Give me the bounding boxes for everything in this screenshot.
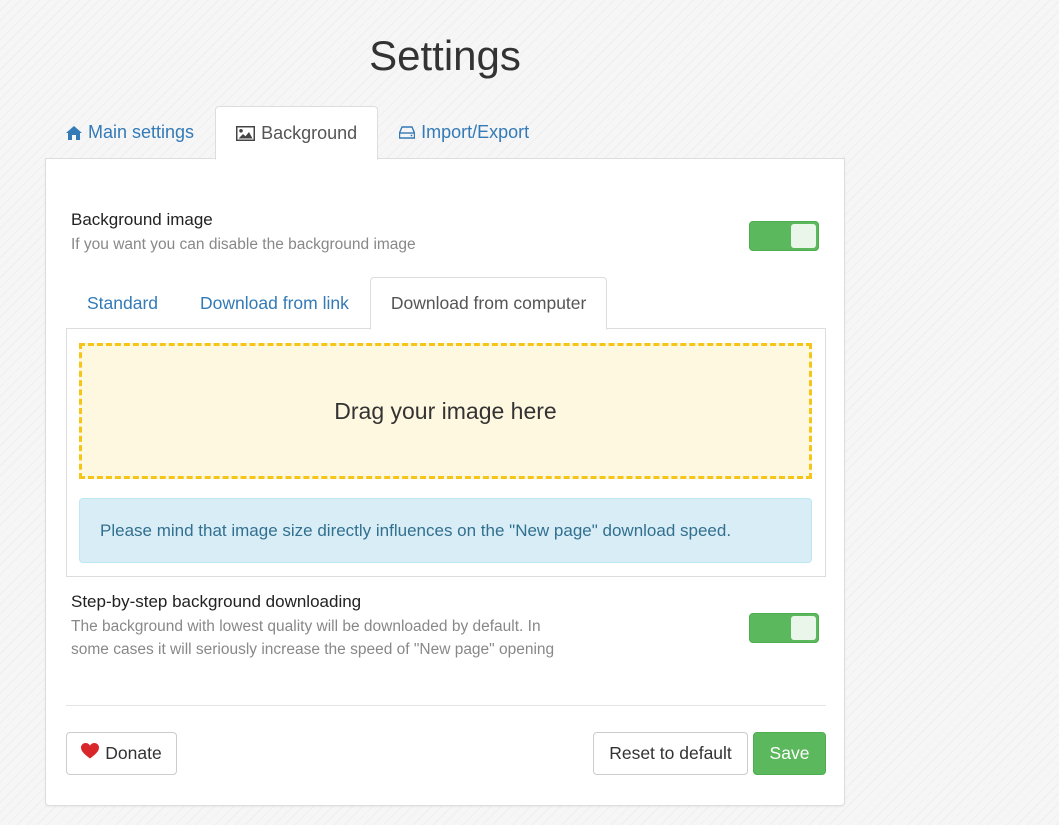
page-title: Settings [369,32,521,79]
background-image-setting: Background image If you want you can dis… [71,209,819,259]
tab-label: Import/Export [421,122,530,142]
tab-background[interactable]: Background [215,106,379,160]
reset-to-default-button[interactable]: Reset to default [593,732,748,775]
footer-divider [66,705,826,706]
donate-button[interactable]: Donate [66,732,177,775]
dropzone-label: Drag your image here [334,397,557,424]
source-tabs: Standard Download from link Download fro… [66,277,826,330]
step-loading-toggle[interactable] [749,613,819,643]
upload-panel: Drag your image here Please mind that im… [66,328,826,577]
donate-label: Donate [105,743,162,763]
home-icon [66,125,82,140]
background-image-title: Background image [71,210,213,229]
image-icon [236,125,256,141]
tab-main-settings[interactable]: Main settings [45,106,215,159]
step-loading-description-line2: some cases it will seriously increase th… [71,641,555,658]
toggle-knob [791,616,816,640]
settings-panel: Background image If you want you can dis… [45,158,845,806]
image-dropzone[interactable]: Drag your image here [79,343,812,479]
tab-import-export[interactable]: Import/Export [378,106,550,159]
tab-label: Background [261,122,358,143]
info-notice: Please mind that image size directly inf… [79,498,812,563]
main-tabs: Main settings Background Import/Export [45,106,845,160]
heart-icon [81,743,100,764]
step-loading-setting: Step-by-step background downloading The … [71,591,819,661]
notice-text: Please mind that image size directly inf… [100,520,732,540]
background-image-toggle[interactable] [749,221,819,251]
step-loading-description: The background with lowest quality will … [71,615,819,661]
hdd-icon [399,126,416,139]
save-button[interactable]: Save [753,732,826,775]
step-loading-title: Step-by-step background downloading [71,592,362,611]
tab-download-from-computer[interactable]: Download from computer [369,277,608,330]
background-image-description: If you want you can disable the backgrou… [71,236,416,253]
tab-label: Main settings [88,122,195,142]
toggle-knob [791,224,816,248]
step-loading-description-line1: The background with lowest quality will … [71,618,541,635]
tab-standard[interactable]: Standard [66,277,179,329]
tab-download-from-link[interactable]: Download from link [179,277,370,329]
